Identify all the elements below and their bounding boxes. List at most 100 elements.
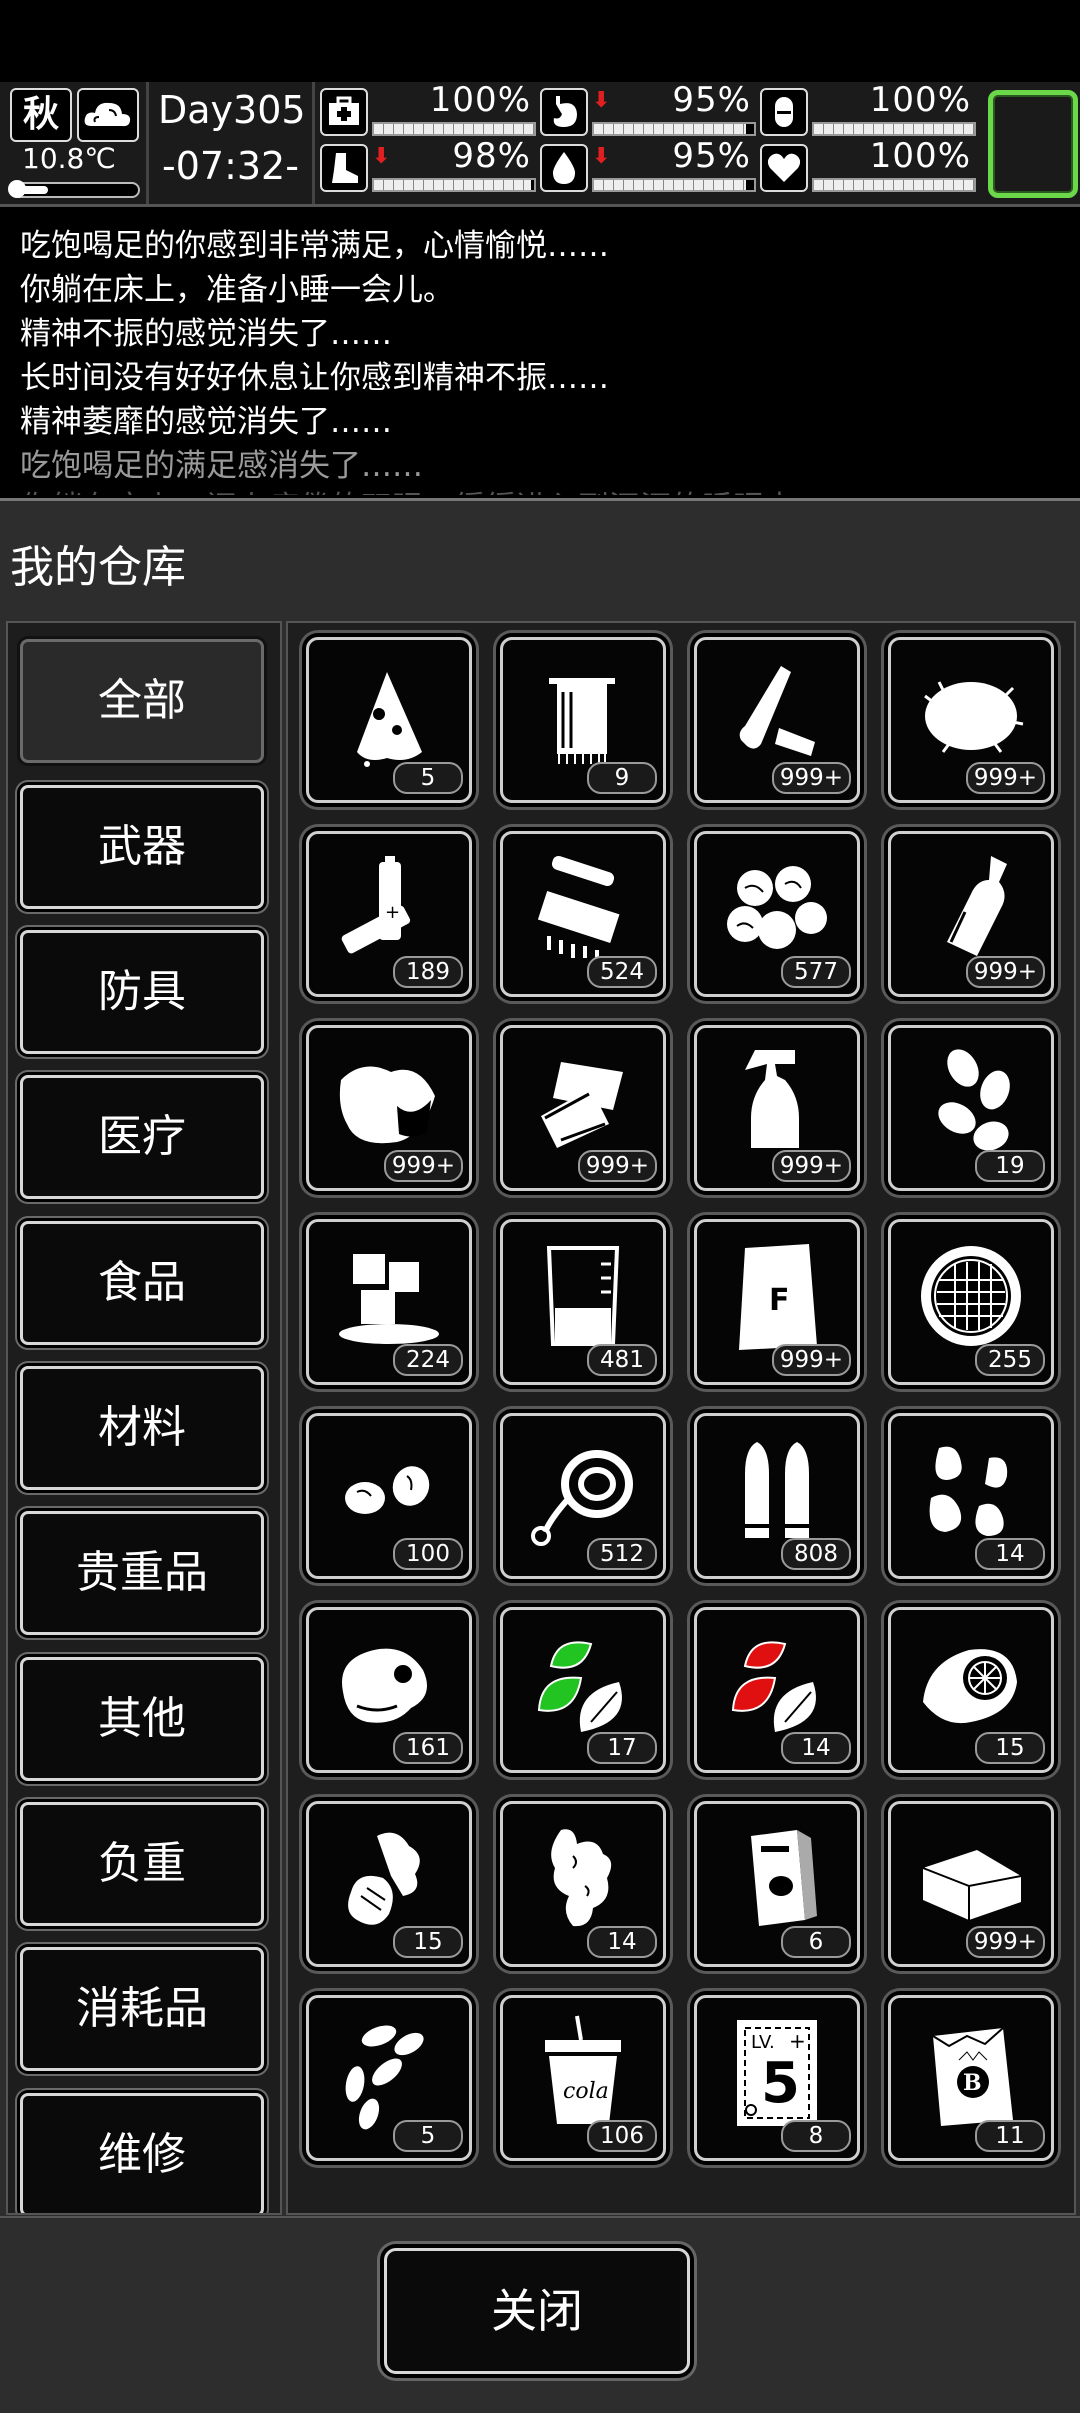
towel-icon — [549, 678, 615, 764]
item-slot[interactable]: 512 — [500, 1413, 666, 1579]
tab-valuables[interactable]: 贵重品 — [20, 1511, 264, 1635]
tab-load[interactable]: 负重 — [20, 1802, 264, 1926]
category-tabs[interactable]: 全部 武器 防具 医疗 食品 材料 贵重品 其他 负重 消耗品 维修 — [6, 621, 282, 2215]
item-slot[interactable]: 15 — [306, 1801, 472, 1967]
item-count: 999+ — [771, 1344, 851, 1376]
water-drop-icon — [540, 144, 588, 192]
vegetable-icon — [348, 1832, 420, 1925]
item-slot[interactable]: 999+ — [694, 1025, 860, 1191]
equipment-slot[interactable] — [988, 90, 1078, 198]
item-count: 19 — [975, 1150, 1045, 1182]
item-slot[interactable]: 5 — [306, 637, 472, 803]
batteries-icon: + — [341, 856, 411, 954]
item-count: 481 — [587, 1344, 657, 1376]
item-slot[interactable]: 808 — [694, 1413, 860, 1579]
item-slot[interactable]: 19 — [888, 1025, 1054, 1191]
tab-other[interactable]: 其他 — [20, 1657, 264, 1781]
season-indicator: 秋 — [10, 88, 72, 142]
tab-repair[interactable]: 维修 — [20, 2093, 264, 2213]
item-count: 999+ — [383, 1150, 463, 1182]
item-slot[interactable]: 161 — [306, 1607, 472, 1773]
item-slot[interactable]: 14 — [888, 1413, 1054, 1579]
item-count: 15 — [975, 1732, 1045, 1764]
item-slot[interactable]: 5 — [306, 1995, 472, 2161]
item-slot[interactable]: 15 — [888, 1607, 1054, 1773]
item-count: 999+ — [577, 1150, 657, 1182]
item-slot[interactable]: 14 — [500, 1801, 666, 1967]
heart-icon — [760, 144, 808, 192]
tab-all[interactable]: 全部 — [20, 639, 264, 763]
item-slot[interactable]: B 11 — [888, 1995, 1054, 2161]
svg-text:F: F — [769, 1283, 790, 1318]
item-slot[interactable]: 17 — [500, 1607, 666, 1773]
tab-materials[interactable]: 材料 — [20, 1366, 264, 1490]
tab-armor[interactable]: 防具 — [20, 930, 264, 1054]
falling-arrow: ⬇ — [372, 144, 391, 169]
item-count: 999+ — [965, 762, 1045, 794]
svg-text:cola: cola — [563, 2079, 609, 2104]
electronic-parts-icon — [537, 856, 620, 960]
item-slot[interactable]: 224 — [306, 1219, 472, 1385]
item-slot[interactable]: 100 — [306, 1413, 472, 1579]
badge-bag-icon: B — [932, 2027, 1013, 2126]
item-slot[interactable]: 999+ — [306, 1025, 472, 1191]
item-count: 189 — [393, 956, 463, 988]
item-count: 17 — [587, 1732, 657, 1764]
item-slot[interactable]: cola 106 — [500, 1995, 666, 2161]
item-count: 255 — [975, 1344, 1045, 1376]
item-slot[interactable]: 999+ — [888, 831, 1054, 997]
mood-stat: 100% — [760, 136, 976, 194]
falling-arrow: ⬇ — [592, 88, 611, 113]
item-count: 999+ — [771, 762, 851, 794]
log-line: 长时间没有好好休息让你感到精神不振…… — [20, 360, 609, 396]
item-count: 9 — [587, 762, 657, 794]
item-slot[interactable]: 577 — [694, 831, 860, 997]
leather-icon — [339, 1066, 435, 1144]
item-count: 5 — [393, 2120, 463, 2152]
tab-food[interactable]: 食品 — [20, 1221, 264, 1345]
item-grid[interactable]: 5 9 999+ 999+ +189 524 577 999+ 999+ 999+ 999+ 19 22… — [286, 621, 1076, 2215]
item-slot[interactable]: +189 — [306, 831, 472, 997]
item-slot[interactable]: 999+ — [500, 1025, 666, 1191]
item-slot[interactable]: F 999+ — [694, 1219, 860, 1385]
item-slot[interactable]: 6 — [694, 1801, 860, 1967]
nuts-icon — [345, 1466, 430, 1514]
item-count: 999+ — [965, 1926, 1045, 1958]
log-line: 吃饱喝足的满足感消失了…… — [20, 448, 423, 484]
svg-text:+: + — [385, 902, 400, 923]
item-slot[interactable]: 524 — [500, 831, 666, 997]
item-slot[interactable]: LV. +5 8 — [694, 1995, 860, 2161]
potatoes-icon — [727, 866, 827, 949]
item-slot[interactable]: 999+ — [888, 1801, 1054, 1967]
item-count: 512 — [587, 1538, 657, 1570]
seeds-icon — [938, 1049, 1010, 1151]
item-slot[interactable]: 999+ — [888, 637, 1054, 803]
svg-text:5: 5 — [761, 2051, 800, 2116]
tab-weapons[interactable]: 武器 — [20, 785, 264, 909]
log-line: 精神不振的感觉消失了…… — [20, 316, 392, 352]
item-count: 224 — [393, 1344, 463, 1376]
tab-medical[interactable]: 医疗 — [20, 1075, 264, 1199]
item-slot[interactable]: 9 — [500, 637, 666, 803]
stomach-icon — [540, 88, 588, 136]
cloth-scrap-icon — [357, 672, 422, 769]
item-slot[interactable]: 999+ — [694, 637, 860, 803]
close-button[interactable]: 关闭 — [384, 2248, 690, 2374]
item-count: 106 — [587, 2120, 657, 2152]
stamina-stat: ⬇ 98% — [320, 136, 536, 194]
item-count: 15 — [393, 1926, 463, 1958]
tab-consumables[interactable]: 消耗品 — [20, 1947, 264, 2071]
item-slot[interactable]: 14 — [694, 1607, 860, 1773]
red-herb-icon — [731, 1641, 816, 1732]
item-count: 14 — [587, 1926, 657, 1958]
item-slot[interactable]: 481 — [500, 1219, 666, 1385]
green-herb-icon — [537, 1641, 622, 1732]
item-slot[interactable]: 255 — [888, 1219, 1054, 1385]
ginger-root-icon — [551, 1829, 612, 1927]
item-count: 808 — [781, 1538, 851, 1570]
meat-icon — [342, 1648, 427, 1723]
cotton-fiber-icon — [924, 681, 1024, 753]
capsule-icon — [760, 88, 808, 136]
item-count: 161 — [393, 1732, 463, 1764]
message-log: 吃饱喝足的你感到非常满足，心情愉悦…… 你躺在床上，准备小睡一会儿。 精神不振的… — [0, 210, 1080, 495]
